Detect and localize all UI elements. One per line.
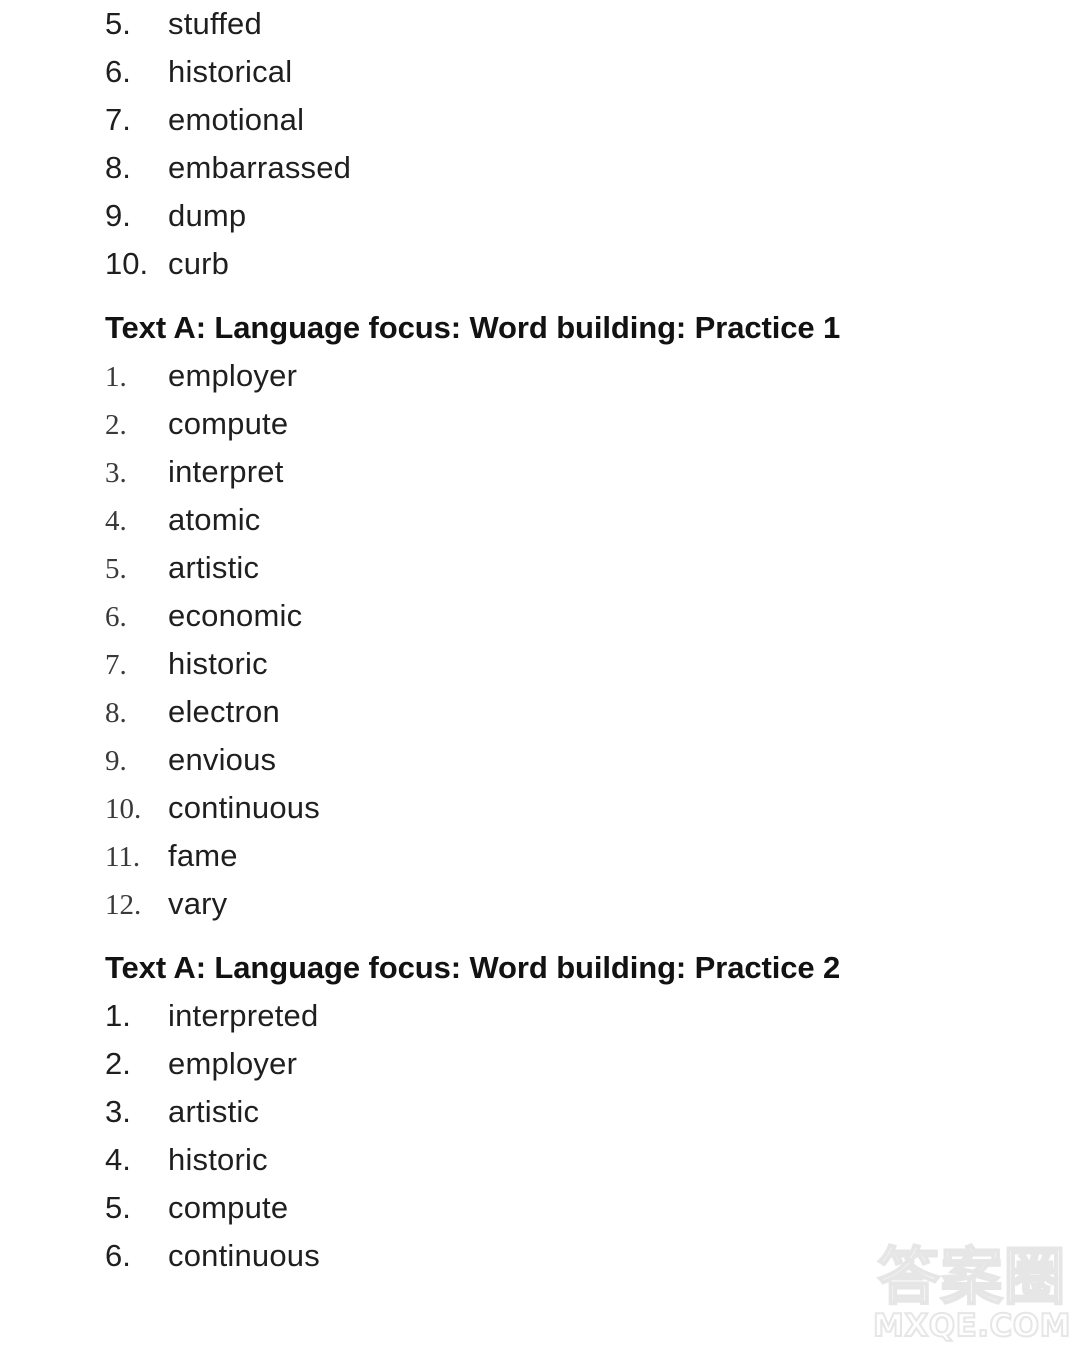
answer-number: 4. — [105, 505, 127, 537]
answer-number: 8. — [105, 697, 127, 729]
answer-number: 3. — [105, 457, 127, 489]
answer-item: 1. employer — [0, 352, 1080, 400]
answer-word: interpreted — [168, 998, 319, 1033]
answer-word: continuous — [168, 1238, 320, 1273]
section-heading-2: Text A: Language focus: Word building: P… — [105, 950, 841, 985]
heading-spacer — [0, 288, 1080, 304]
answer-word: economic — [168, 598, 303, 633]
answer-item: 2. compute — [0, 400, 1080, 448]
answer-number: 6. — [105, 54, 131, 89]
section-heading-1: Text A: Language focus: Word building: P… — [105, 310, 841, 345]
answer-number: 9. — [105, 198, 131, 233]
answer-word: vary — [168, 886, 228, 921]
answer-item: 7. emotional — [0, 96, 1080, 144]
answer-number: 7. — [105, 102, 131, 137]
answer-item: 1. interpreted — [0, 992, 1080, 1040]
answer-number: 1. — [105, 361, 127, 393]
answer-item: 10. continuous — [0, 784, 1080, 832]
answer-word: emotional — [168, 102, 305, 137]
answer-word: interpret — [168, 454, 284, 489]
answer-word: embarrassed — [168, 150, 352, 185]
answer-item: 8. embarrassed — [0, 144, 1080, 192]
answer-word: stuffed — [168, 6, 262, 41]
answer-word: historical — [168, 54, 293, 89]
answer-word: atomic — [168, 502, 261, 537]
answer-word: employer — [168, 1046, 298, 1081]
answer-item: 5. stuffed — [0, 0, 1080, 48]
answer-number: 6. — [105, 1238, 131, 1273]
answer-number: 8. — [105, 150, 131, 185]
answer-item: 8. electron — [0, 688, 1080, 736]
answer-word: fame — [168, 838, 238, 873]
answer-item: 5. compute — [0, 1184, 1080, 1232]
answer-item: 6. historical — [0, 48, 1080, 96]
answer-word: historic — [168, 646, 268, 681]
document-page: 5. stuffed 6. historical 7. emotional 8. embarr… — [0, 0, 1080, 1349]
answer-list-2: 1. employer 2. compute 3. interpret 4. atomic 5.… — [0, 352, 1080, 928]
answer-word: continuous — [168, 790, 320, 825]
answer-word: electron — [168, 694, 280, 729]
answer-number: 7. — [105, 649, 127, 681]
answer-item: 3. interpret — [0, 448, 1080, 496]
answer-number: 2. — [105, 409, 127, 441]
answer-item: 7. historic — [0, 640, 1080, 688]
answer-word: employer — [168, 358, 298, 393]
answer-number: 1. — [105, 998, 131, 1033]
answer-word: artistic — [168, 550, 260, 585]
answer-number: 4. — [105, 1142, 131, 1177]
answer-number: 2. — [105, 1046, 131, 1081]
answer-item: 11. fame — [0, 832, 1080, 880]
answer-number: 12. — [105, 889, 142, 921]
answer-number: 11. — [105, 841, 141, 873]
answer-word: envious — [168, 742, 277, 777]
answer-item: 10. curb — [0, 240, 1080, 288]
answer-item: 12. vary — [0, 880, 1080, 928]
answer-number: 5. — [105, 553, 127, 585]
answer-number: 3. — [105, 1094, 131, 1129]
answer-list-1: 5. stuffed 6. historical 7. emotional 8. embarr… — [0, 0, 1080, 288]
answer-item: 9. envious — [0, 736, 1080, 784]
answer-item: 4. historic — [0, 1136, 1080, 1184]
answer-item: 5. artistic — [0, 544, 1080, 592]
answer-item: 2. employer — [0, 1040, 1080, 1088]
answer-item: 6. continuous — [0, 1232, 1080, 1280]
answer-number: 10. — [105, 793, 142, 825]
answer-item: 9. dump — [0, 192, 1080, 240]
answer-word: historic — [168, 1142, 268, 1177]
answer-word: compute — [168, 406, 289, 441]
answer-list-3: 1. interpreted 2. employer 3. artistic 4. histo… — [0, 992, 1080, 1280]
answer-number: 5. — [105, 1190, 131, 1225]
answer-number: 5. — [105, 6, 131, 41]
answer-item: 6. economic — [0, 592, 1080, 640]
document-content: 5. stuffed 6. historical 7. emotional 8. embarr… — [0, 0, 1080, 1280]
answer-word: compute — [168, 1190, 289, 1225]
watermark-domain-text: MXQE.COM — [872, 1308, 1072, 1344]
answer-word: curb — [168, 246, 230, 281]
answer-word: artistic — [168, 1094, 260, 1129]
answer-word: dump — [168, 198, 247, 233]
answer-number: 6. — [105, 601, 127, 633]
answer-number: 10. — [105, 246, 149, 281]
answer-item: 4. atomic — [0, 496, 1080, 544]
heading-spacer — [0, 928, 1080, 944]
answer-number: 9. — [105, 745, 127, 777]
answer-item: 3. artistic — [0, 1088, 1080, 1136]
